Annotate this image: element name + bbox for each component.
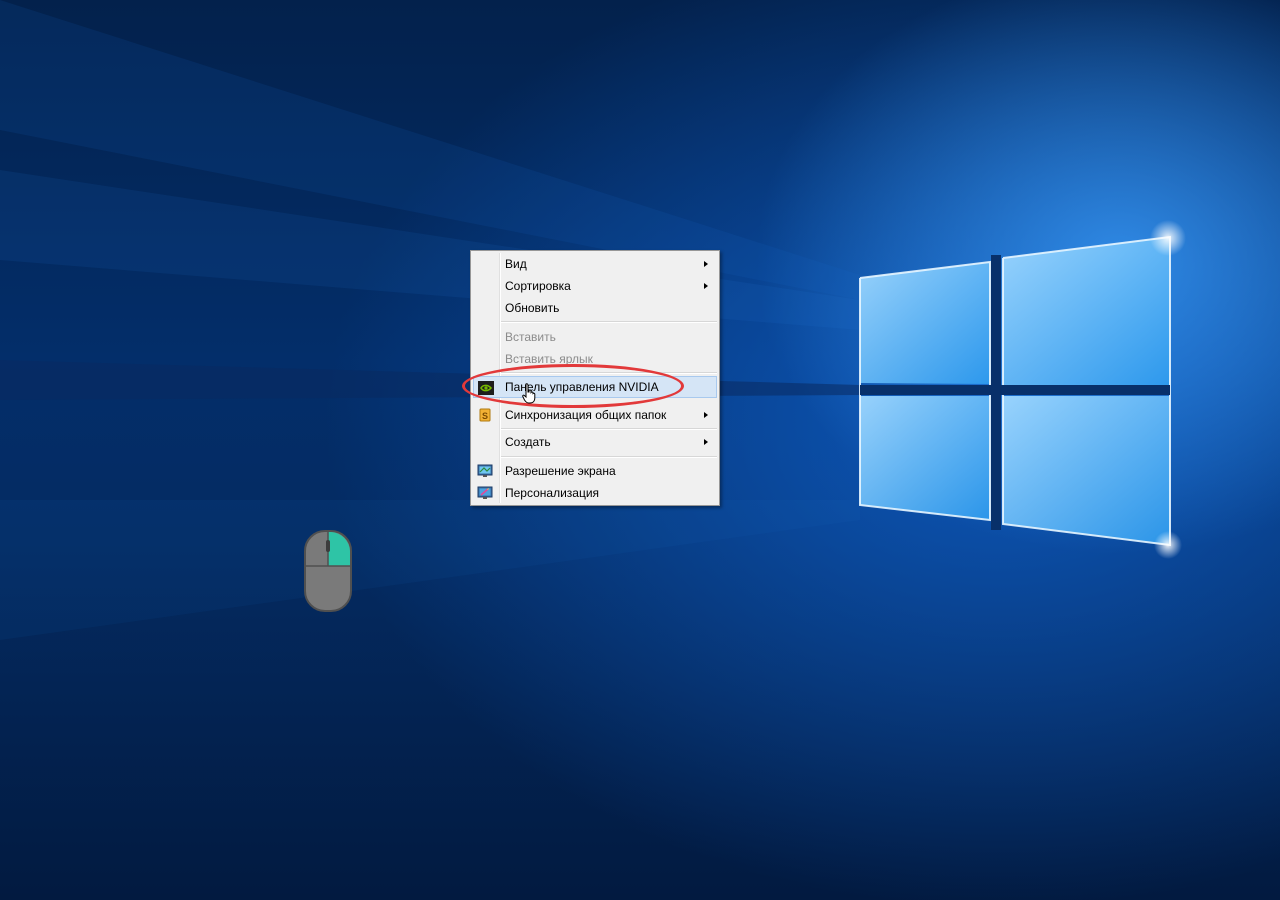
personalization-icon [477, 485, 493, 501]
desktop-context-menu: Вид Сортировка Обновить Вставить Вставит… [470, 250, 720, 506]
menu-separator [501, 321, 717, 323]
menu-separator [501, 372, 717, 374]
menu-item-nvidia-control-panel[interactable]: Панель управления NVIDIA [473, 376, 717, 398]
menu-separator [501, 456, 717, 458]
menu-item-label: Вид [505, 257, 527, 271]
submenu-arrow-icon [704, 283, 708, 289]
right-click-mouse-icon [304, 530, 352, 612]
svg-text:S: S [482, 411, 488, 421]
nvidia-icon [478, 380, 494, 396]
submenu-arrow-icon [704, 261, 708, 267]
menu-item-refresh[interactable]: Обновить [473, 297, 717, 319]
sync-folders-icon: S [477, 407, 493, 423]
menu-item-label: Синхронизация общих папок [505, 408, 667, 422]
menu-separator [501, 428, 717, 430]
menu-item-view[interactable]: Вид [473, 253, 717, 275]
menu-item-screen-resolution[interactable]: Разрешение экрана [473, 460, 717, 482]
menu-item-sync-shared-folders[interactable]: S Синхронизация общих папок [473, 404, 717, 426]
menu-item-label: Вставить ярлык [505, 352, 593, 366]
hand-cursor-icon [522, 383, 536, 404]
menu-item-create[interactable]: Создать [473, 431, 717, 453]
menu-item-label: Вставить [505, 330, 556, 344]
submenu-arrow-icon [704, 439, 708, 445]
menu-item-label: Персонализация [505, 486, 600, 500]
menu-item-sort[interactable]: Сортировка [473, 275, 717, 297]
menu-item-paste-shortcut[interactable]: Вставить ярлык [473, 348, 717, 370]
menu-item-label: Сортировка [505, 279, 571, 293]
menu-item-label: Создать [505, 435, 551, 449]
menu-item-label: Обновить [505, 301, 560, 315]
display-resolution-icon [477, 463, 493, 479]
submenu-arrow-icon [704, 412, 708, 418]
menu-item-paste[interactable]: Вставить [473, 326, 717, 348]
menu-item-personalization[interactable]: Персонализация [473, 482, 717, 504]
menu-item-label: Разрешение экрана [505, 464, 616, 478]
